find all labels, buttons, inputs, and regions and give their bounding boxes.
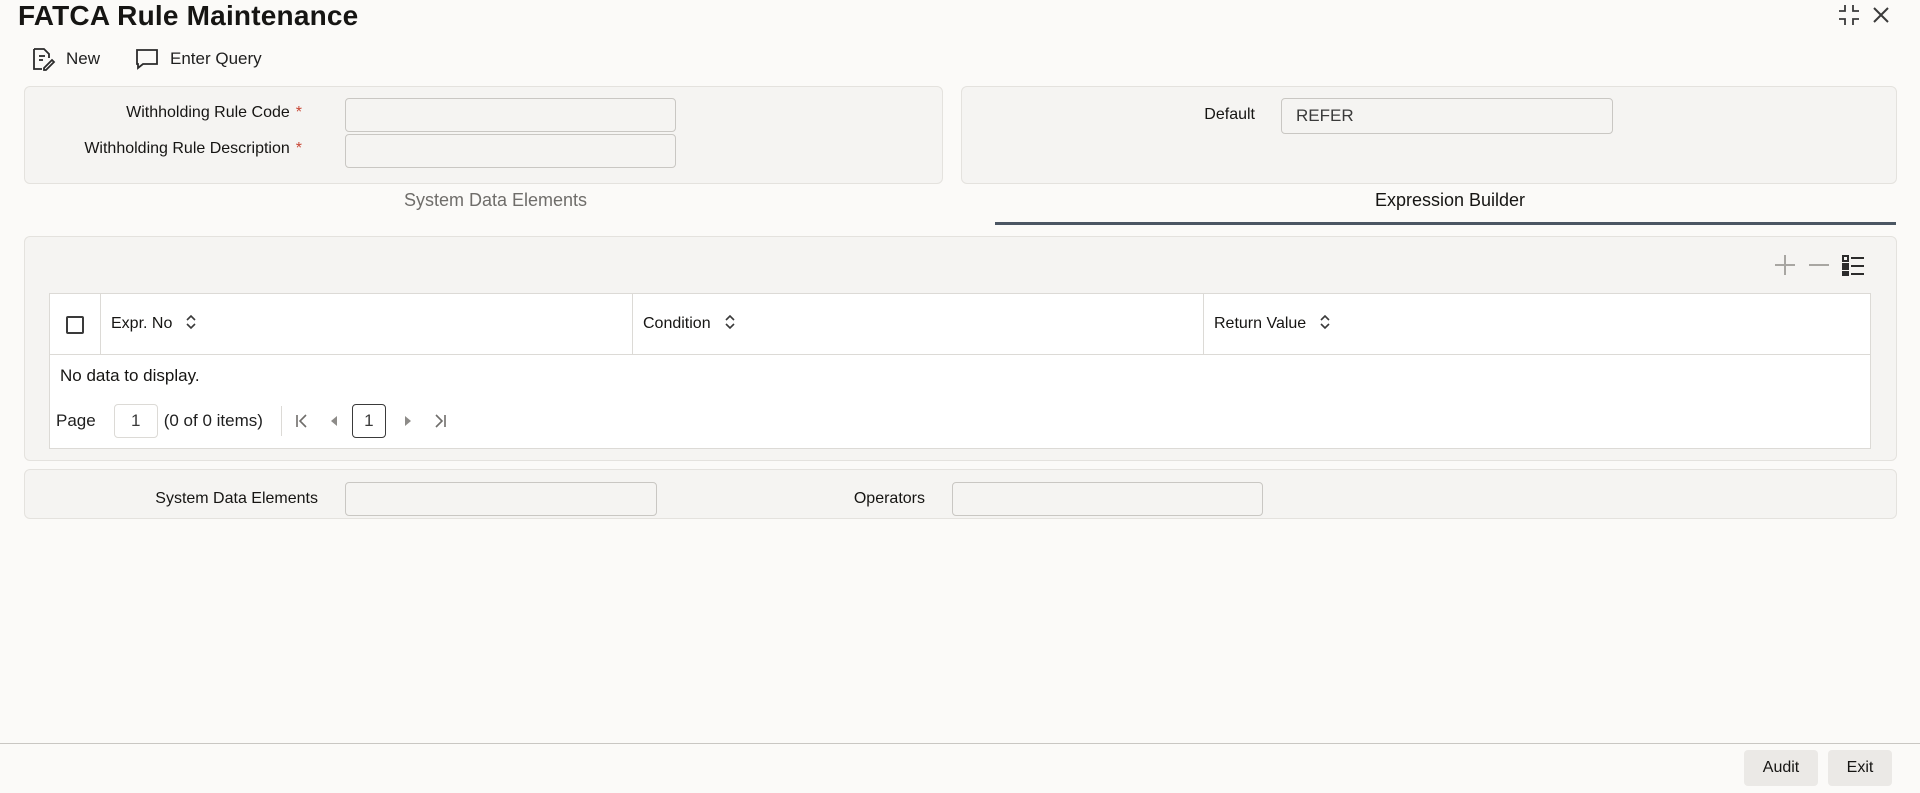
page-label: Page — [56, 411, 96, 430]
sort-icon — [184, 314, 198, 335]
add-row-icon[interactable] — [1772, 252, 1798, 278]
required-marker: * — [295, 140, 302, 157]
expression-table: Expr. No Condition Return Value No data … — [49, 293, 1871, 449]
column-header-expr-no[interactable]: Expr. No — [111, 294, 198, 354]
enter-query-button[interactable]: Enter Query — [134, 44, 262, 74]
column-divider — [632, 294, 633, 354]
select-all-checkbox[interactable] — [66, 316, 84, 334]
column-divider — [100, 294, 101, 354]
pagination-divider — [280, 406, 282, 436]
current-page-button[interactable]: 1 — [351, 404, 386, 438]
new-button[interactable]: New — [30, 44, 100, 74]
last-page-icon[interactable] — [428, 404, 452, 438]
rule-code-input[interactable] — [345, 98, 676, 132]
column-header-return-value[interactable]: Return Value — [1214, 294, 1332, 354]
first-page-icon[interactable] — [290, 404, 314, 438]
system-data-elements-label: System Data Elements — [155, 490, 318, 507]
column-header-condition[interactable]: Condition — [643, 294, 737, 354]
footer-divider — [0, 743, 1920, 744]
page-title: FATCA Rule Maintenance — [18, 0, 359, 31]
active-tab-indicator — [995, 222, 1896, 225]
new-label: New — [66, 49, 101, 68]
operators-label: Operators — [853, 490, 925, 507]
tab-expression-builder[interactable]: Expression Builder — [995, 190, 1905, 211]
exit-button[interactable]: Exit — [1828, 750, 1892, 786]
default-input[interactable]: REFER — [1281, 98, 1613, 134]
close-icon[interactable] — [1868, 2, 1894, 28]
minimize-icon[interactable] — [1836, 2, 1862, 28]
next-page-icon[interactable] — [396, 404, 420, 438]
empty-message: No data to display. — [60, 366, 200, 385]
single-record-view-icon[interactable] — [1840, 252, 1866, 278]
new-document-icon — [33, 48, 56, 71]
sort-icon — [723, 314, 737, 335]
delete-row-icon[interactable] — [1806, 252, 1832, 278]
audit-button[interactable]: Audit — [1744, 750, 1818, 786]
tab-system-data-elements[interactable]: System Data Elements — [24, 190, 967, 211]
chat-bubble-icon — [136, 49, 158, 70]
system-data-elements-input[interactable] — [345, 482, 657, 516]
previous-page-icon[interactable] — [322, 404, 346, 438]
column-divider — [1203, 294, 1204, 354]
enter-query-label: Enter Query — [170, 49, 262, 68]
default-label: Default — [1204, 106, 1255, 123]
header-divider — [50, 354, 1870, 355]
page-number-input[interactable]: 1 — [113, 404, 158, 438]
rule-description-label: Withholding Rule Description * — [84, 140, 302, 157]
rule-description-input[interactable] — [345, 134, 676, 168]
sort-icon — [1318, 314, 1332, 335]
pagination-bar: Page 1 (0 of 0 items) 1 — [56, 404, 452, 438]
rule-code-label: Withholding Rule Code * — [126, 104, 302, 121]
required-marker: * — [295, 104, 302, 121]
items-count: (0 of 0 items) — [163, 411, 263, 430]
operators-input[interactable] — [952, 482, 1263, 516]
